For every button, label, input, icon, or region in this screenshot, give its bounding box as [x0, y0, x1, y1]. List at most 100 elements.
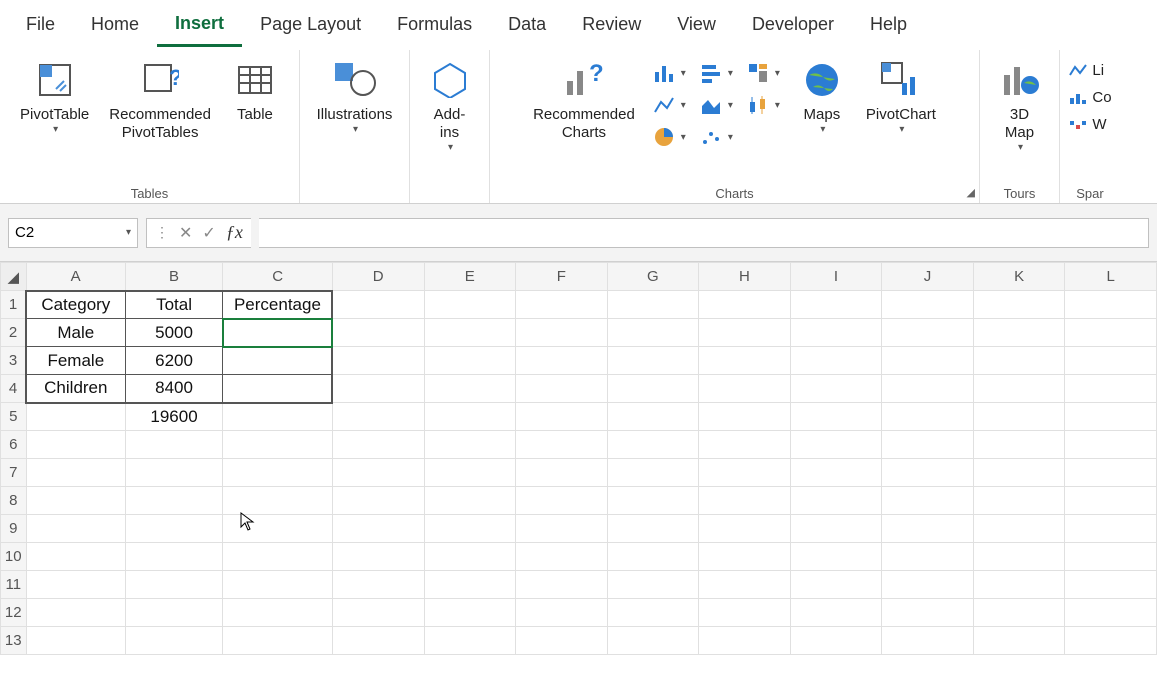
cell-A3[interactable]: Female: [26, 347, 125, 375]
cell-I11[interactable]: [790, 571, 882, 599]
cell-J11[interactable]: [882, 571, 974, 599]
cell-J9[interactable]: [882, 515, 974, 543]
cell-E4[interactable]: [424, 375, 516, 403]
cell-L3[interactable]: [1065, 347, 1157, 375]
cell-D6[interactable]: [332, 431, 424, 459]
hierarchy-chart-button[interactable]: ▾: [743, 60, 784, 86]
cell-C1[interactable]: Percentage: [223, 291, 332, 319]
tab-file[interactable]: File: [8, 4, 73, 45]
cell-E3[interactable]: [424, 347, 516, 375]
cell-A8[interactable]: [26, 487, 125, 515]
cell-I8[interactable]: [790, 487, 882, 515]
sparkline-line-button[interactable]: Li: [1064, 60, 1115, 81]
cell-H3[interactable]: [699, 347, 791, 375]
row-header-3[interactable]: 3: [1, 347, 27, 375]
3d-map-button[interactable]: 3D Map▾: [990, 54, 1050, 158]
enter-formula-button[interactable]: ✓: [202, 223, 215, 243]
cell-L1[interactable]: [1065, 291, 1157, 319]
tab-view[interactable]: View: [659, 4, 734, 45]
recommended-charts-button[interactable]: ? Recommended Charts: [527, 54, 641, 146]
cell-J4[interactable]: [882, 375, 974, 403]
cell-K1[interactable]: [973, 291, 1065, 319]
cell-I6[interactable]: [790, 431, 882, 459]
col-header-D[interactable]: D: [332, 263, 424, 291]
cell-K2[interactable]: [973, 319, 1065, 347]
cell-E10[interactable]: [424, 543, 516, 571]
line-chart-button[interactable]: ▾: [649, 92, 690, 118]
cell-J2[interactable]: [882, 319, 974, 347]
cell-H7[interactable]: [699, 459, 791, 487]
cell-A6[interactable]: [26, 431, 125, 459]
tab-insert[interactable]: Insert: [157, 3, 242, 47]
cell-B13[interactable]: [125, 627, 223, 655]
cell-G7[interactable]: [607, 459, 699, 487]
cell-G12[interactable]: [607, 599, 699, 627]
cell-D12[interactable]: [332, 599, 424, 627]
row-header-8[interactable]: 8: [1, 487, 27, 515]
cell-G4[interactable]: [607, 375, 699, 403]
cell-G1[interactable]: [607, 291, 699, 319]
cell-K7[interactable]: [973, 459, 1065, 487]
row-5[interactable]: 519600: [1, 403, 1157, 431]
cell-C7[interactable]: [223, 459, 332, 487]
cell-J6[interactable]: [882, 431, 974, 459]
col-header-B[interactable]: B: [125, 263, 223, 291]
cell-K6[interactable]: [973, 431, 1065, 459]
cell-L9[interactable]: [1065, 515, 1157, 543]
row-header-2[interactable]: 2: [1, 319, 27, 347]
bar-chart-button[interactable]: ▾: [696, 60, 737, 86]
cell-A13[interactable]: [26, 627, 125, 655]
cell-D5[interactable]: [332, 403, 424, 431]
sparkline-column-button[interactable]: Co: [1064, 87, 1115, 108]
cell-H11[interactable]: [699, 571, 791, 599]
cell-D4[interactable]: [332, 375, 424, 403]
cell-H9[interactable]: [699, 515, 791, 543]
cell-L13[interactable]: [1065, 627, 1157, 655]
cell-F4[interactable]: [516, 375, 608, 403]
row-header-6[interactable]: 6: [1, 431, 27, 459]
cell-D2[interactable]: [332, 319, 424, 347]
sparkline-winloss-button[interactable]: W: [1064, 114, 1115, 135]
cell-A2[interactable]: Male: [26, 319, 125, 347]
cell-D13[interactable]: [332, 627, 424, 655]
cell-E6[interactable]: [424, 431, 516, 459]
cell-E8[interactable]: [424, 487, 516, 515]
cell-G3[interactable]: [607, 347, 699, 375]
cell-I3[interactable]: [790, 347, 882, 375]
tab-help[interactable]: Help: [852, 4, 925, 45]
cell-K12[interactable]: [973, 599, 1065, 627]
cell-G11[interactable]: [607, 571, 699, 599]
row-12[interactable]: 12: [1, 599, 1157, 627]
cell-K8[interactable]: [973, 487, 1065, 515]
col-header-E[interactable]: E: [424, 263, 516, 291]
formula-input[interactable]: [259, 218, 1149, 248]
cell-F6[interactable]: [516, 431, 608, 459]
cell-D8[interactable]: [332, 487, 424, 515]
cell-C6[interactable]: [223, 431, 332, 459]
cell-A5[interactable]: [26, 403, 125, 431]
spreadsheet-grid[interactable]: ◢ A B C D E F G H I J K L 1CategoryTotal…: [0, 262, 1157, 655]
col-header-G[interactable]: G: [607, 263, 699, 291]
cell-D7[interactable]: [332, 459, 424, 487]
row-header-4[interactable]: 4: [1, 375, 27, 403]
row-header-5[interactable]: 5: [1, 403, 27, 431]
cell-J10[interactable]: [882, 543, 974, 571]
tab-developer[interactable]: Developer: [734, 4, 852, 45]
cell-C8[interactable]: [223, 487, 332, 515]
cell-C3[interactable]: [223, 347, 332, 375]
cell-H10[interactable]: [699, 543, 791, 571]
cell-I9[interactable]: [790, 515, 882, 543]
cell-A4[interactable]: Children: [26, 375, 125, 403]
cell-L8[interactable]: [1065, 487, 1157, 515]
cell-I12[interactable]: [790, 599, 882, 627]
cell-E1[interactable]: [424, 291, 516, 319]
cell-F3[interactable]: [516, 347, 608, 375]
cell-B9[interactable]: [125, 515, 223, 543]
cell-B11[interactable]: [125, 571, 223, 599]
cell-J1[interactable]: [882, 291, 974, 319]
row-13[interactable]: 13: [1, 627, 1157, 655]
row-header-13[interactable]: 13: [1, 627, 27, 655]
cell-D1[interactable]: [332, 291, 424, 319]
cell-A11[interactable]: [26, 571, 125, 599]
cell-E13[interactable]: [424, 627, 516, 655]
